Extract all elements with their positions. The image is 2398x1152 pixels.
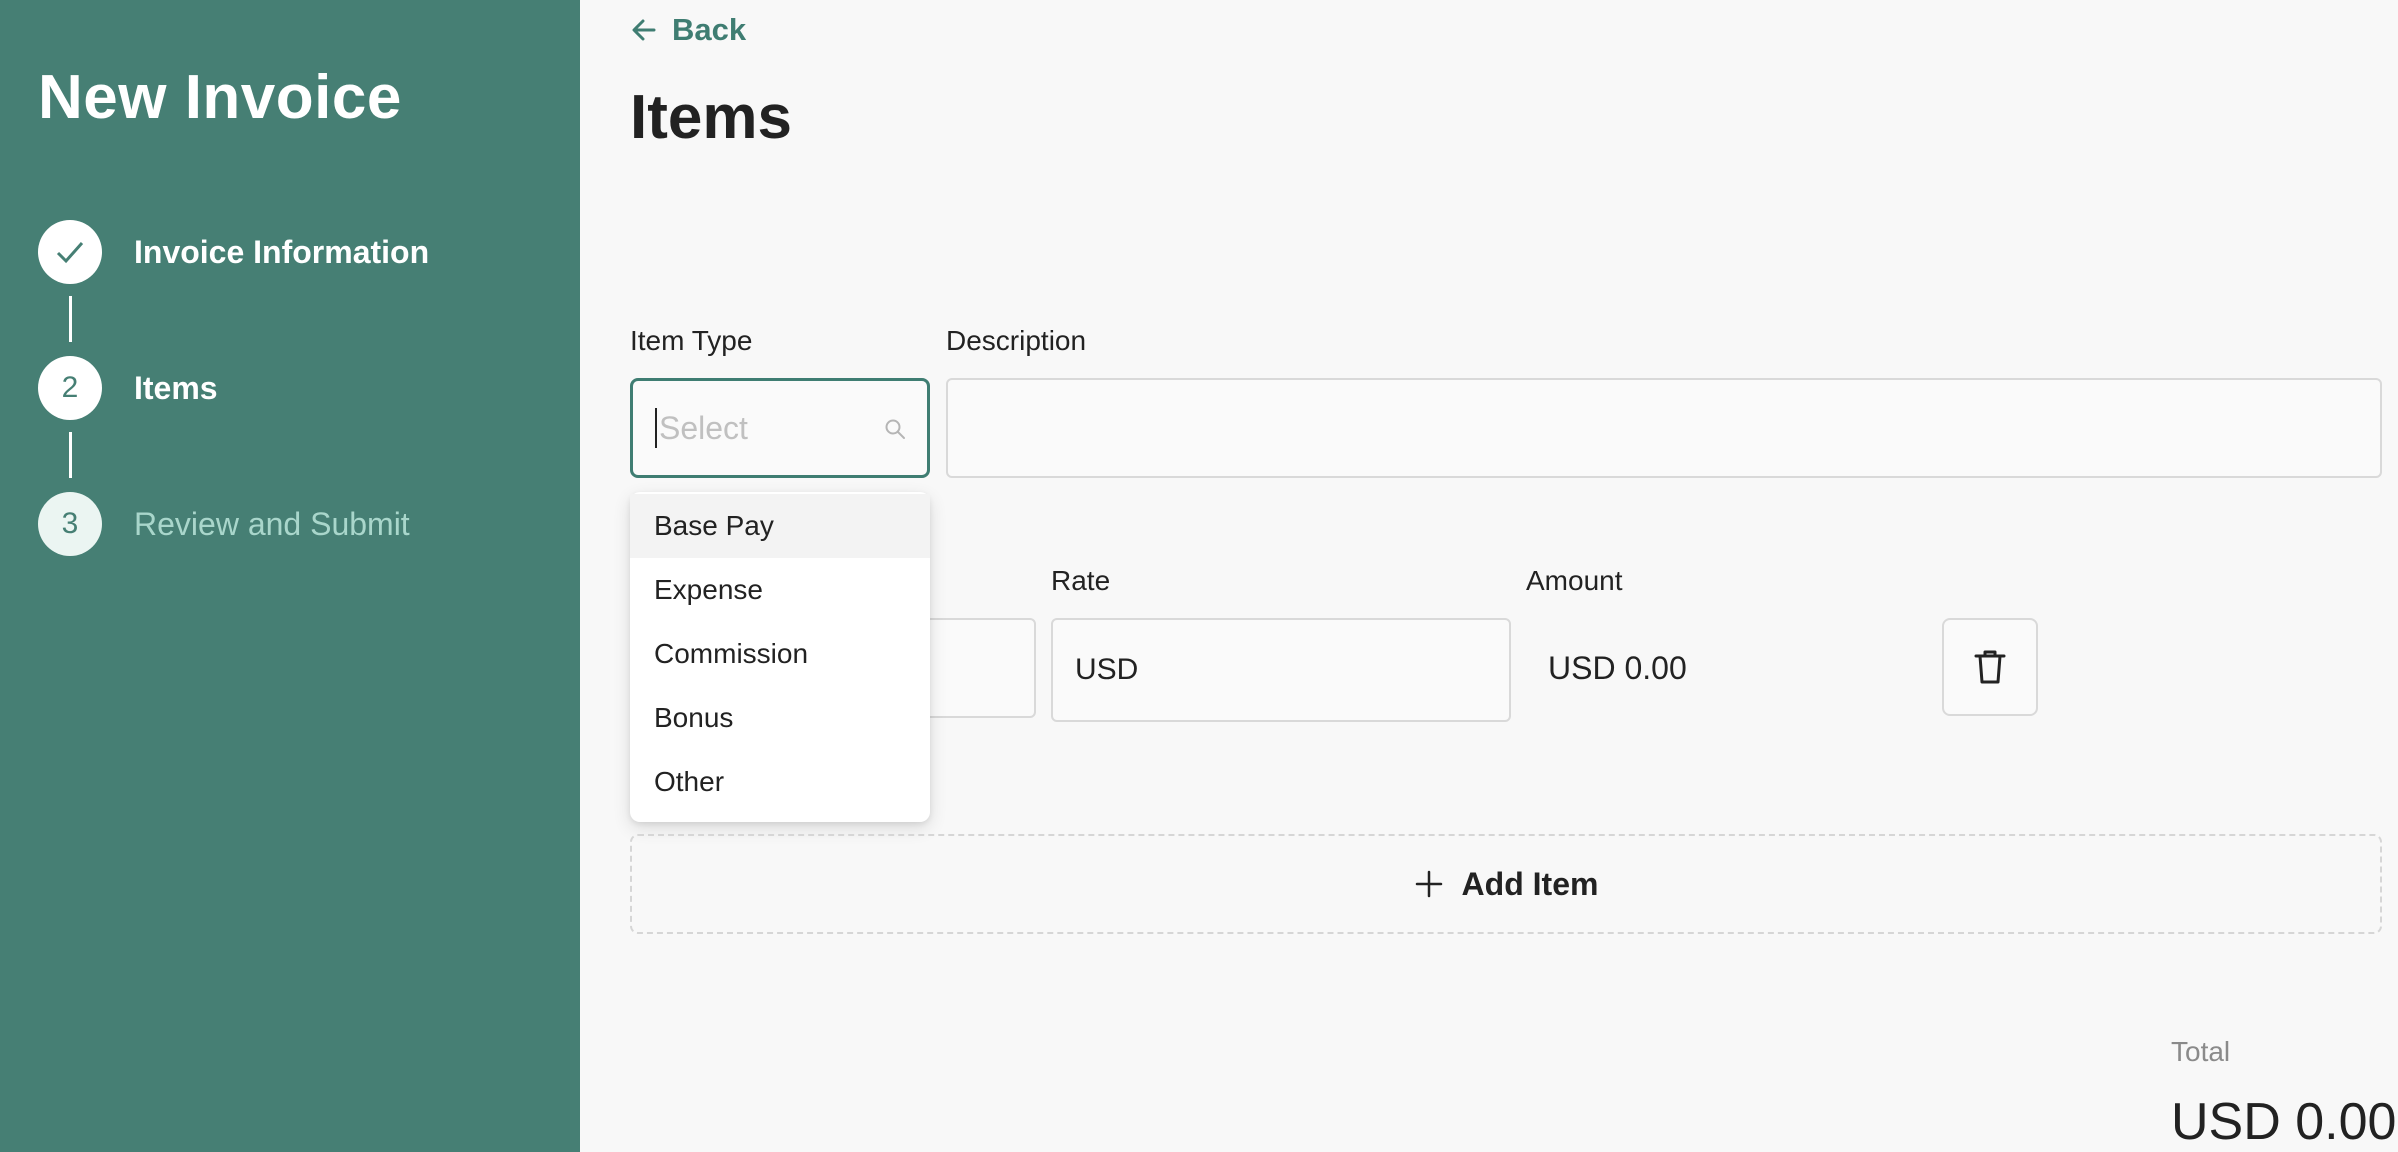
add-item-button[interactable]: Add Item: [630, 834, 2382, 934]
rate-field[interactable]: USD: [1051, 618, 1511, 722]
step-number: 3: [38, 492, 102, 556]
step-label: Review and Submit: [134, 505, 410, 542]
step-label: Items: [134, 369, 218, 406]
amount-label: Amount: [1526, 565, 1623, 596]
plus-icon: [1415, 870, 1442, 898]
step-invoice-information[interactable]: Invoice Information: [38, 220, 429, 284]
item-type-placeholder: Select: [659, 409, 748, 446]
search-icon: [885, 419, 905, 439]
trash-icon: [1974, 650, 2006, 684]
option-bonus[interactable]: Bonus: [630, 686, 930, 750]
sidebar: New Invoice Invoice Information 2 Items …: [0, 0, 580, 1152]
sidebar-title: New Invoice: [38, 63, 402, 132]
option-commission[interactable]: Commission: [630, 622, 930, 686]
step-completed-marker: [38, 220, 102, 284]
step-items[interactable]: 2 Items: [38, 356, 218, 420]
arrow-left-icon: [632, 19, 656, 41]
back-link[interactable]: Back: [630, 12, 746, 48]
checkmark-icon: [56, 242, 84, 264]
total-label: Total: [2171, 1036, 2231, 1067]
option-base-pay[interactable]: Base Pay: [630, 494, 930, 558]
app-root: New Invoice Invoice Information 2 Items …: [0, 0, 2398, 1152]
item-type-dropdown: Base Pay Expense Commission Bonus Other: [630, 492, 930, 822]
option-expense[interactable]: Expense: [630, 558, 930, 622]
total-value: USD 0.00: [2171, 1093, 2397, 1151]
back-label: Back: [672, 12, 747, 47]
item-type-select[interactable]: Select: [630, 378, 930, 478]
option-other[interactable]: Other: [630, 750, 930, 814]
item-type-label: Item Type: [630, 325, 753, 356]
rate-label: Rate: [1051, 565, 1111, 596]
step-connector: [69, 432, 72, 478]
main-content: Back Items Item Type Description Rate Am…: [580, 0, 2398, 1152]
text-caret: [655, 408, 657, 448]
step-connector: [69, 296, 72, 342]
delete-item-button[interactable]: [1942, 618, 2038, 716]
step-number: 2: [38, 356, 102, 420]
description-label: Description: [946, 325, 1087, 356]
description-field[interactable]: [946, 378, 2382, 478]
add-item-label: Add Item: [1461, 865, 1599, 902]
step-label: Invoice Information: [134, 233, 430, 270]
step-review-and-submit[interactable]: 3 Review and Submit: [38, 492, 410, 556]
page-title: Items: [630, 83, 792, 152]
amount-value: USD 0.00: [1548, 650, 1687, 686]
